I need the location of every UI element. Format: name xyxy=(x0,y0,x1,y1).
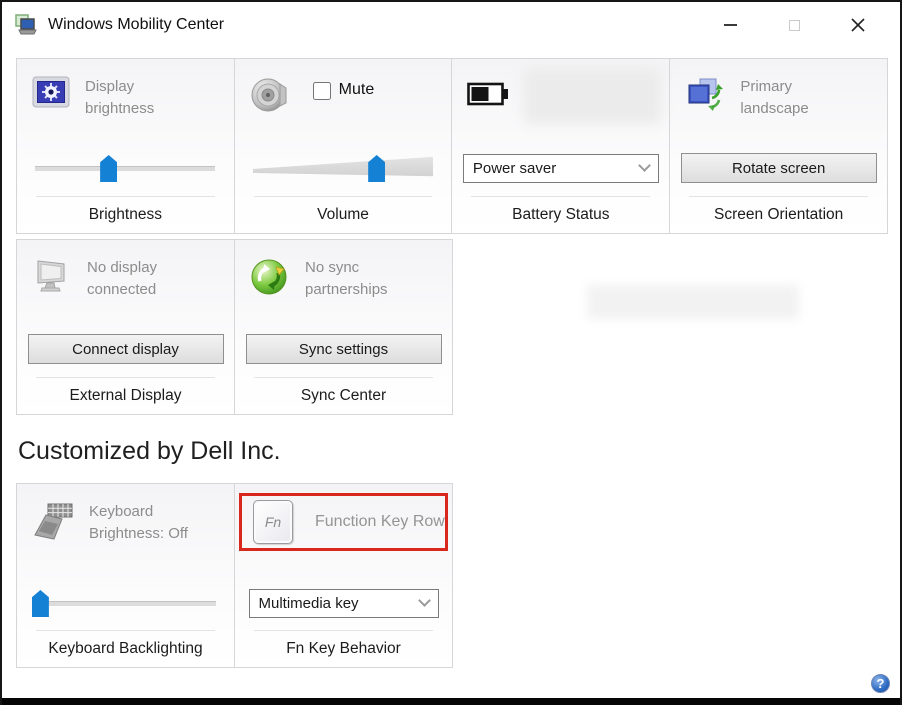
window-title: Windows Mobility Center xyxy=(48,16,224,34)
function-key-row-highlight: Fn Function Key Row xyxy=(239,493,448,551)
keyboard-backlight-slider-thumb[interactable] xyxy=(32,590,49,617)
minimize-button[interactable] xyxy=(698,8,762,42)
tile-sync-center: No sync partnerships Sync settings Sync … xyxy=(234,239,453,415)
fn-key-behavior-value: Multimedia key xyxy=(259,595,420,612)
help-button[interactable]: ? xyxy=(871,674,891,694)
mute-control[interactable]: Mute xyxy=(313,81,375,145)
external-display-tile-label: External Display xyxy=(17,378,234,414)
tiles-area: Display brightness Brightness xyxy=(2,48,900,668)
maximize-icon xyxy=(789,20,800,31)
keyboard-backlight-tile-label: Keyboard Backlighting xyxy=(17,631,234,667)
brightness-tile-label: Brightness xyxy=(17,197,234,233)
tile-brightness: Display brightness Brightness xyxy=(16,58,235,234)
brightness-slider-thumb[interactable] xyxy=(100,155,117,182)
brightness-slider-track[interactable] xyxy=(35,166,215,171)
connect-display-button[interactable]: Connect display xyxy=(28,334,224,364)
tile-external-display: No display connected Connect display Ext… xyxy=(16,239,235,415)
volume-tile-label: Volume xyxy=(235,197,452,233)
orientation-status: Primary landscape xyxy=(740,76,845,145)
close-icon xyxy=(850,17,866,33)
battery-plan-select[interactable]: Power saver xyxy=(463,154,659,183)
fn-key-icon: Fn xyxy=(253,500,293,544)
tile-battery: Power saver Battery Status xyxy=(451,58,670,234)
keyboard-backlight-slider-track[interactable] xyxy=(36,601,216,606)
mute-checkbox[interactable] xyxy=(313,82,331,100)
mobility-center-app-icon xyxy=(14,13,38,37)
volume-slider-track[interactable] xyxy=(253,156,433,179)
chevron-down-icon xyxy=(418,594,431,607)
sync-icon xyxy=(250,257,290,326)
blurred-watermark xyxy=(587,285,799,319)
tile-keyboard-backlight: Keyboard Brightness: Off Keyboard Backli… xyxy=(16,483,235,668)
fn-key-behavior-select[interactable]: Multimedia key xyxy=(249,589,439,618)
rotate-screen-button[interactable]: Rotate screen xyxy=(681,153,877,183)
battery-tile-label: Battery Status xyxy=(452,197,669,233)
volume-slider[interactable] xyxy=(253,154,433,182)
customized-by-heading: Customized by Dell Inc. xyxy=(18,437,888,466)
display-brightness-icon xyxy=(32,76,70,145)
keyboard-backlight-slider[interactable] xyxy=(36,589,216,617)
tile-row-2: No display connected Connect display Ext… xyxy=(16,239,888,415)
window-controls xyxy=(698,8,890,42)
brightness-status: Display brightness xyxy=(85,76,190,145)
tile-row-1: Display brightness Brightness xyxy=(16,58,888,234)
close-button[interactable] xyxy=(826,8,890,42)
tile-row-3: Keyboard Brightness: Off Keyboard Backli… xyxy=(16,483,888,668)
blurred-battery-status xyxy=(524,68,661,124)
function-key-row-text: Function Key Row xyxy=(315,513,445,531)
tile-orientation: Primary landscape Rotate screen Screen O… xyxy=(669,58,888,234)
keyboard-backlight-icon xyxy=(32,501,74,580)
sync-status: No sync partnerships xyxy=(305,257,410,326)
tile-fn-key-behavior: Fn Function Key Row Multimedia key Fn Ke… xyxy=(234,483,453,668)
chevron-down-icon xyxy=(638,159,651,172)
sync-center-tile-label: Sync Center xyxy=(235,378,452,414)
bottom-border-bar xyxy=(2,698,900,705)
mobility-center-window: Windows Mobility Center xyxy=(0,0,902,705)
mute-label: Mute xyxy=(339,81,375,99)
sync-settings-button[interactable]: Sync settings xyxy=(246,334,442,364)
screen-orientation-icon xyxy=(685,76,725,145)
external-display-status: No display connected xyxy=(87,257,192,326)
fn-key-tile-label: Fn Key Behavior xyxy=(235,631,452,667)
battery-icon xyxy=(467,82,509,145)
help-icon: ? xyxy=(871,674,890,693)
brightness-slider[interactable] xyxy=(35,154,215,182)
tile-volume: Mute Volume xyxy=(234,58,453,234)
battery-plan-value: Power saver xyxy=(473,160,640,177)
keyboard-backlight-status: Keyboard Brightness: Off xyxy=(89,501,194,580)
external-display-icon xyxy=(32,257,72,326)
speaker-icon xyxy=(250,76,288,145)
title-bar: Windows Mobility Center xyxy=(2,2,900,48)
minimize-icon xyxy=(724,24,737,26)
maximize-button[interactable] xyxy=(762,8,826,42)
volume-slider-thumb[interactable] xyxy=(368,155,385,182)
orientation-tile-label: Screen Orientation xyxy=(670,197,887,233)
